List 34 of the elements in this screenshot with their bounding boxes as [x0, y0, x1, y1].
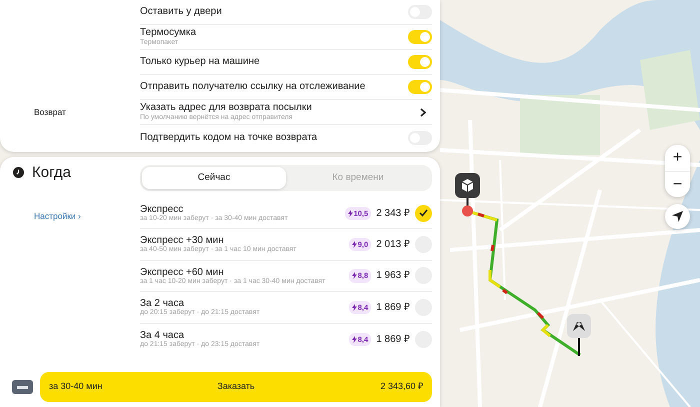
zoom-in-button[interactable]: + [665, 145, 690, 171]
tariff-price: 1 869 ₽ [376, 300, 410, 315]
finish-flag-marker-icon [567, 314, 591, 356]
segment-tab[interactable]: Сейчас [142, 167, 286, 189]
select-radio[interactable] [415, 204, 432, 222]
option-label: Отправить получателю ссылку на отслеживание [140, 81, 366, 93]
option-label: Оставить у двери [140, 6, 223, 18]
box-marker-icon [455, 173, 480, 217]
tariff-name: За 2 часа [140, 298, 184, 310]
option-label: Термосумка [140, 27, 198, 39]
clock-icon [13, 167, 24, 178]
option-label: Подтвердить кодом на точке возврата [140, 132, 318, 144]
tariff-price: 2 343 ₽ [376, 206, 410, 221]
section-label: Возврат [34, 107, 66, 118]
tariff-name: Экспресс +60 мин [140, 266, 224, 278]
tariff-price: 1 869 ₽ [376, 332, 410, 347]
order-button[interactable]: за 30-40 мин Заказать 2 343,60 ₽ [40, 372, 432, 402]
option-label: Указать адрес для возврата посылки [140, 102, 313, 114]
zoom-out-button[interactable]: − [665, 171, 690, 197]
toggle-switch[interactable] [408, 80, 432, 94]
tariff-name: Экспресс [140, 204, 184, 215]
toggle-switch[interactable] [408, 30, 432, 44]
navigation-arrow-icon [672, 211, 683, 222]
tariff-price: 2 013 ₽ [376, 238, 410, 252]
settings-link[interactable]: Настройки › [34, 211, 81, 221]
check-icon [419, 209, 428, 218]
briefcase-icon [12, 380, 33, 394]
tariff-name: Экспресс +30 мин [140, 235, 224, 246]
section-title: Когда [32, 165, 71, 180]
tariff-name: За 4 часа [140, 330, 184, 341]
toggle-switch[interactable] [408, 55, 432, 69]
option-label: Только курьер на машине [140, 56, 261, 68]
tariff-price: 1 963 ₽ [376, 269, 410, 284]
chevron-icon[interactable] [420, 108, 426, 116]
